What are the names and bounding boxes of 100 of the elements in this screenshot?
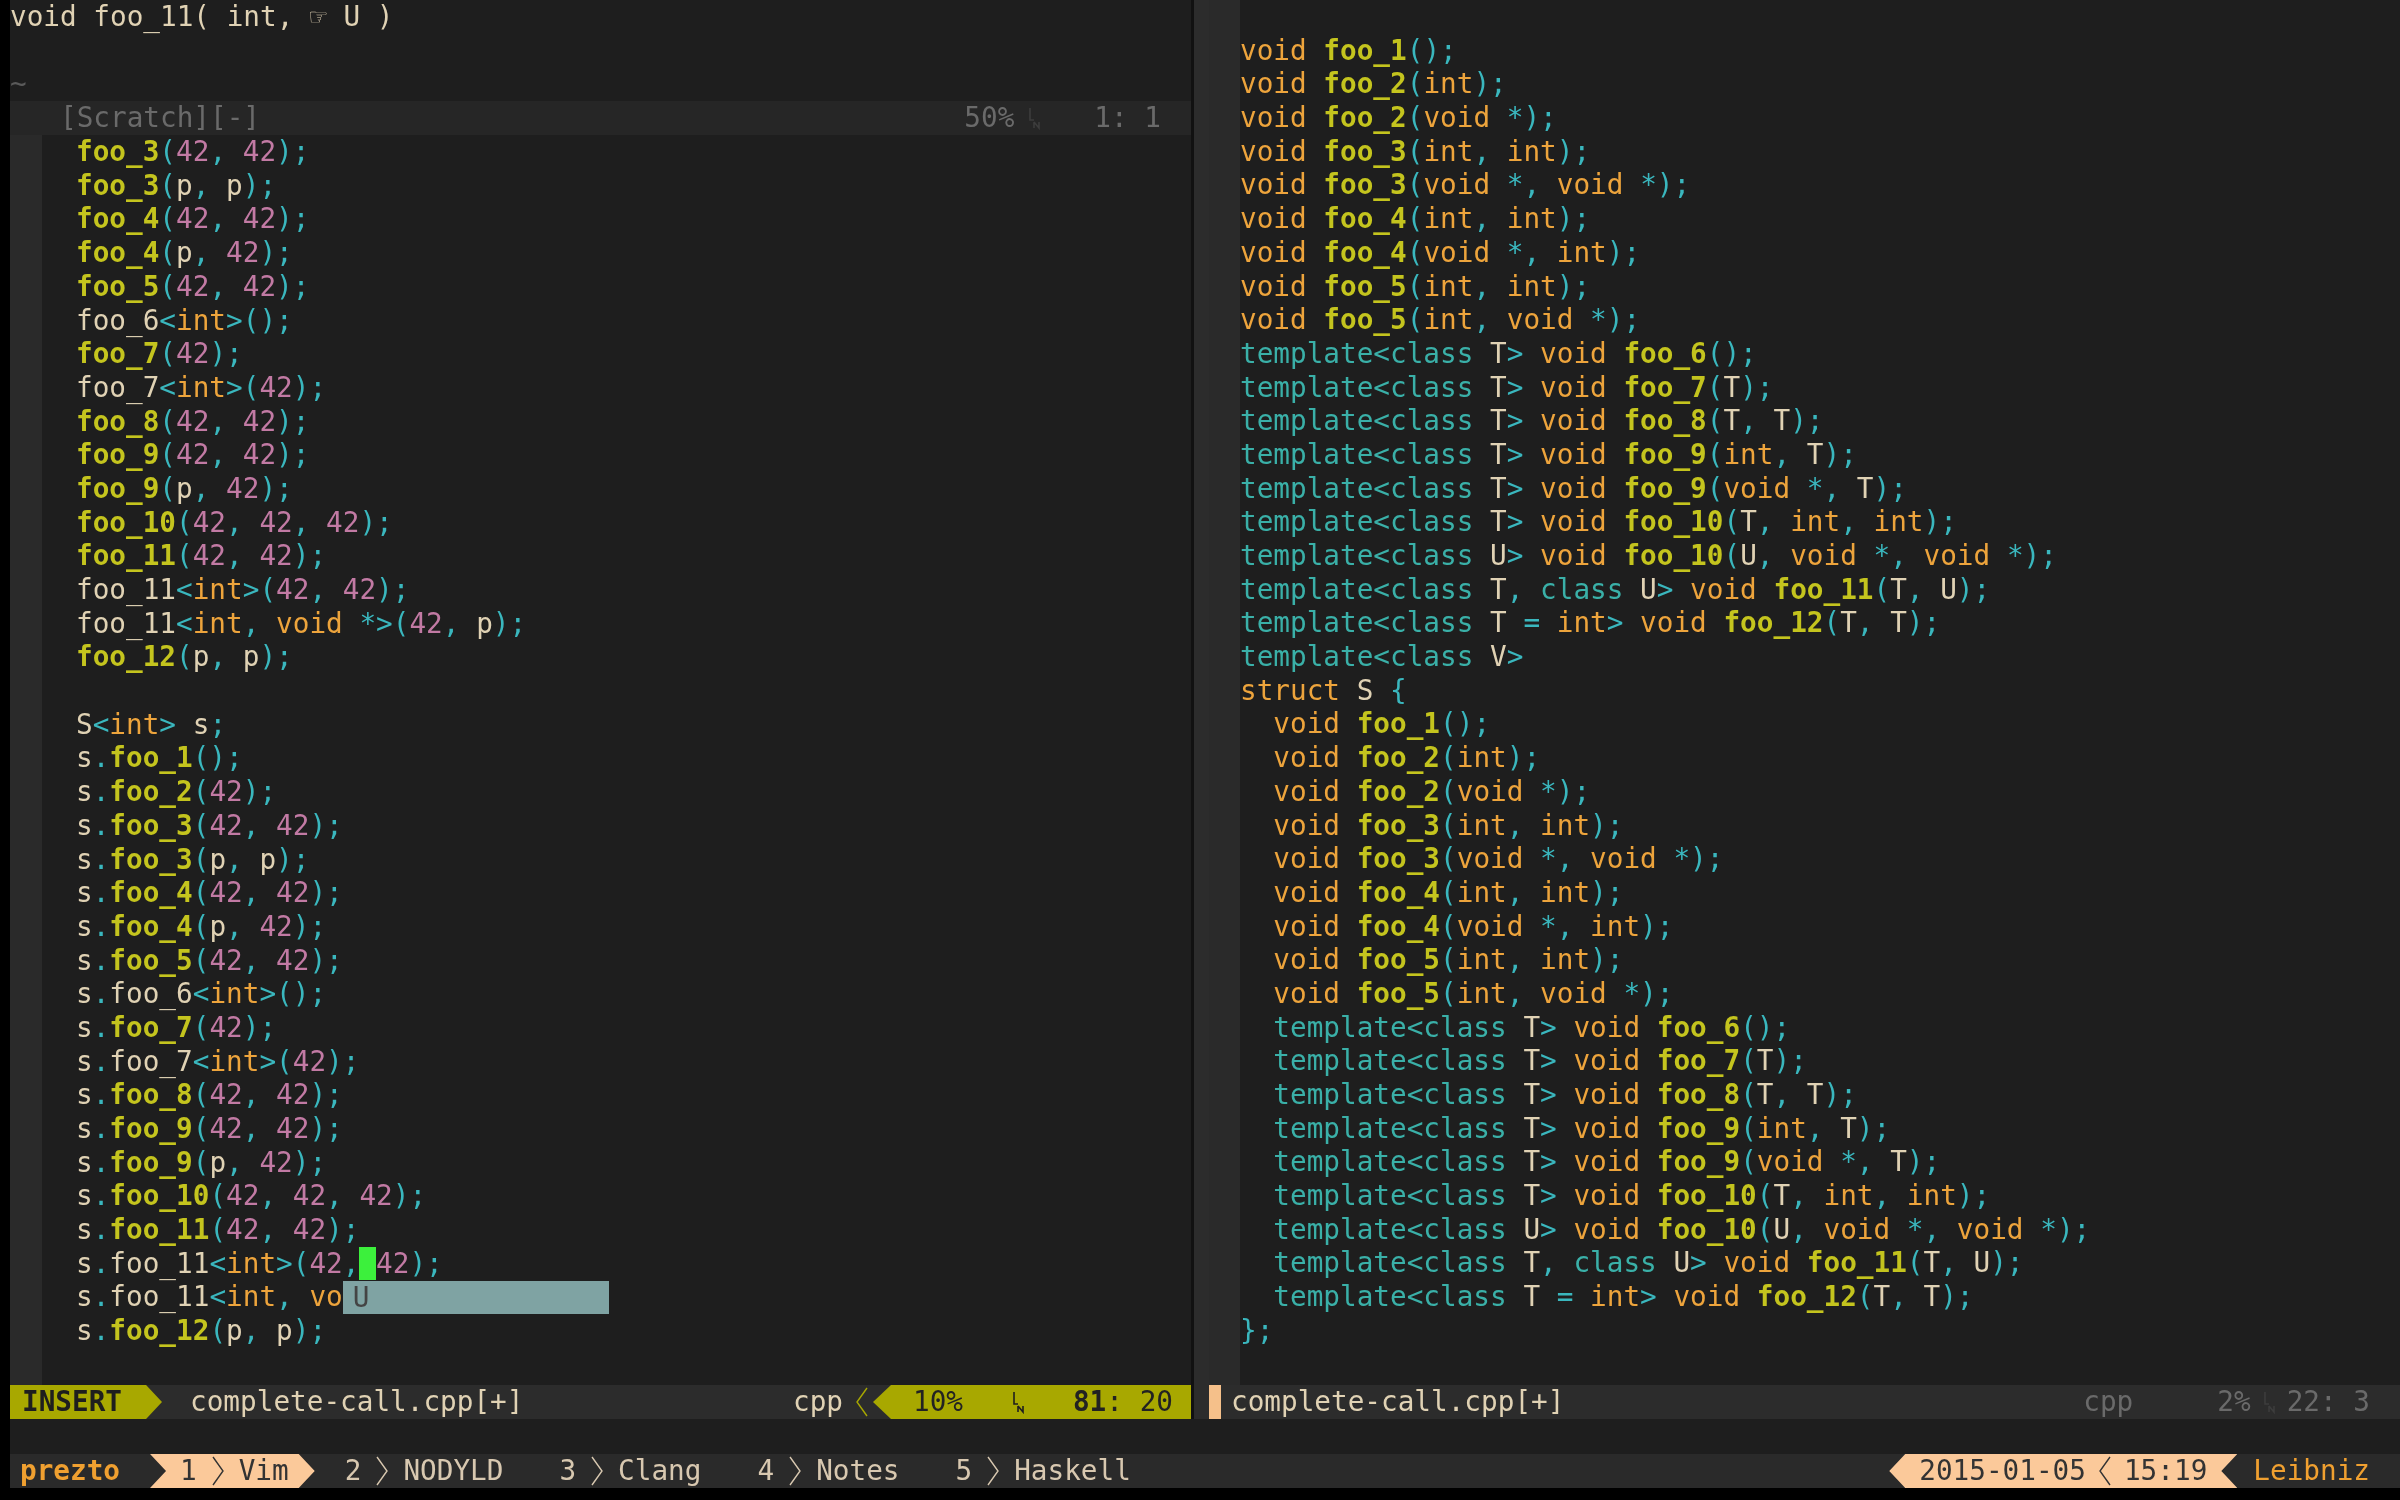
window-tab[interactable]: 4 Notes (727, 1454, 926, 1488)
code-line: void foo_1(); (1240, 33, 1457, 68)
code-line: void foo_4(void *, int); (1272, 909, 1674, 944)
chevron-right-icon (986, 1456, 1001, 1486)
code-line: void foo_2(void *); (1272, 774, 1591, 809)
code-line: s.foo_3(p, p); (76, 842, 310, 877)
code-line: foo_3(42, 42); (76, 135, 310, 169)
code-line: foo_11<int>(42, 42); (76, 573, 410, 607)
code-line: foo_11(42, 42); (76, 539, 327, 573)
chevron-right-icon (788, 1456, 803, 1486)
code-line: s.foo_5(42, 42); (76, 943, 343, 978)
code-line: template<class T> void foo_7(T); (1272, 1044, 1807, 1078)
percent-text: 50% (964, 101, 1015, 135)
chevron-left-icon (2097, 1456, 2112, 1486)
code-line: foo_4(42, 42); (76, 202, 310, 237)
code-line: template<class U> void foo_10(U, void *, void *); (1240, 539, 2057, 573)
code-line: template<class T = int> void foo_12(T, T); (1272, 1280, 1974, 1314)
code-line: foo_4(p, 42); (76, 236, 293, 270)
file-name: complete-call.cpp[+] (1231, 1385, 1565, 1419)
code-line: foo_10(42, 42, 42); (76, 505, 393, 540)
code-line: void foo_4(int, int); (1240, 202, 1591, 236)
code-line: s.foo_4(42, 42); (76, 876, 343, 910)
code-line: struct S { (1240, 673, 1407, 708)
code-line: s.foo_8(42, 42); (76, 1078, 343, 1112)
host-name: Leibniz (2252, 1454, 2370, 1488)
file-name: [Scratch][-] (60, 101, 261, 135)
code-line: foo_6<int>(); (76, 303, 293, 338)
code-line: void foo_3(int, int); (1272, 808, 1624, 843)
code-line: void foo_3(int, int); (1240, 134, 1591, 169)
code-line: foo_11<int, void *>(42, p); (76, 606, 527, 641)
code-line: template<class T> void foo_9(int, T); (1240, 437, 1857, 472)
date-text: 2015-01-05 (1919, 1454, 2086, 1488)
code-line: s.foo_6<int>(); (76, 977, 327, 1011)
code-line: s.foo_9(p, 42); (76, 1145, 327, 1180)
code-line: foo_7<int>(42); (76, 370, 327, 405)
code-line: foo_3(p, p); (76, 168, 277, 203)
code-line: s.foo_9(42, 42); (76, 1112, 343, 1146)
code-line: void foo_2(int); (1240, 67, 1507, 102)
cursor-position: 81: 20 (1072, 1385, 1173, 1419)
code-line: void foo_2(int); (1272, 741, 1541, 775)
code-line: void foo_5(int, void *); (1240, 303, 1641, 337)
mode-indicator: INSERT (10, 1385, 163, 1419)
code-line: s.foo_10(42, 42, 42); (76, 1179, 427, 1214)
code-line: s.foo_11(42, 42); (76, 1213, 360, 1247)
empty-line-marker: ~ (10, 67, 27, 101)
code-line: s.foo_7<int>(42); (76, 1044, 360, 1079)
code-line: template<class T> void foo_8(T, T); (1240, 404, 1824, 438)
code-line: }; (1240, 1313, 1274, 1348)
session-name: prezto (19, 1454, 122, 1488)
file-type: cpp (2083, 1385, 2134, 1419)
code-line: void foo_1(); (1272, 707, 1491, 742)
code-line: s.foo_11<int, vo (76, 1280, 343, 1315)
code-line: template<class T> void foo_8(T, T); (1272, 1078, 1857, 1112)
cursor-position: 1: 1 (1094, 101, 1161, 135)
file-type: cpp (793, 1385, 843, 1419)
code-line: template<class T> void foo_9(void *, T); (1272, 1145, 1941, 1180)
text-cursor (359, 1247, 377, 1281)
code-line: s.foo_12(p, p); (76, 1314, 327, 1348)
code-line: foo_7(42); (76, 337, 243, 371)
line-number-icon (1012, 1390, 1024, 1414)
code-line: s.foo_7(42); (76, 1010, 277, 1045)
chevron-left-icon (855, 1387, 869, 1417)
code-line: template<class T> void foo_10(T, int, int); (1272, 1179, 1991, 1213)
code-line: void foo_5(int, int); (1240, 269, 1591, 304)
code-line: template<class U> void foo_10(U, void *, void *); (1272, 1212, 2091, 1247)
window-tab[interactable]: 1 Vim (150, 1454, 315, 1488)
code-line: void foo_3(void *, void *); (1240, 168, 1691, 203)
code-line: foo_9(p, 42); (76, 471, 293, 506)
time-text: 15:19 (2123, 1454, 2208, 1488)
window-marker (1209, 1385, 1221, 1419)
code-line: template<class T, class U> void foo_11(T, U); (1240, 572, 1991, 607)
chevron-right-icon (590, 1456, 605, 1486)
code-line: void foo_4(int, int); (1272, 875, 1624, 910)
file-name: complete-call.cpp[+] (190, 1385, 524, 1419)
code-line: template<class T> void foo_9(int, T); (1272, 1111, 1891, 1146)
code-line: template<class T> void foo_9(void *, T); (1240, 471, 1907, 506)
code-line: foo_12(p, p); (76, 640, 293, 675)
code-line: s.foo_11<int>(42, (76, 1246, 360, 1281)
code-line: template<class V> (1240, 640, 1524, 674)
completion-item[interactable]: U (342, 1280, 610, 1314)
chevron-right-icon (375, 1456, 390, 1486)
code-line: void foo_3(void *, void *); (1272, 842, 1724, 876)
window-tab[interactable]: 3 Clang (529, 1454, 728, 1488)
code-line: foo_9(42, 42); (76, 438, 310, 472)
signature-text: void foo_11( int, ☞ U ) (10, 0, 395, 34)
code-line: s.foo_2(42); (76, 775, 277, 809)
code-line: void foo_5(int, int); (1272, 943, 1624, 977)
code-line: s.foo_4(p, 42); (76, 909, 327, 944)
code-line: void foo_2(void *); (1240, 101, 1557, 135)
code-line: template<class T> void foo_10(T, int, int); (1240, 505, 1957, 539)
code-line: s.foo_3(42, 42); (76, 808, 343, 843)
code-line: void foo_5(int, void *); (1272, 976, 1674, 1011)
code-line: template<class T> void foo_6(); (1240, 336, 1757, 371)
code-line: 42); (376, 1246, 443, 1281)
code-line: S<int> s; (76, 707, 227, 742)
code-line: void foo_4(void *, int); (1240, 235, 1641, 270)
window-tab[interactable]: 2 NODYLD (314, 1454, 530, 1488)
window-tab[interactable]: 5 Haskell (925, 1454, 1157, 1488)
code-line: template<class T> void foo_7(T); (1240, 370, 1774, 405)
cursor-position: 22: 3 (2286, 1385, 2370, 1419)
